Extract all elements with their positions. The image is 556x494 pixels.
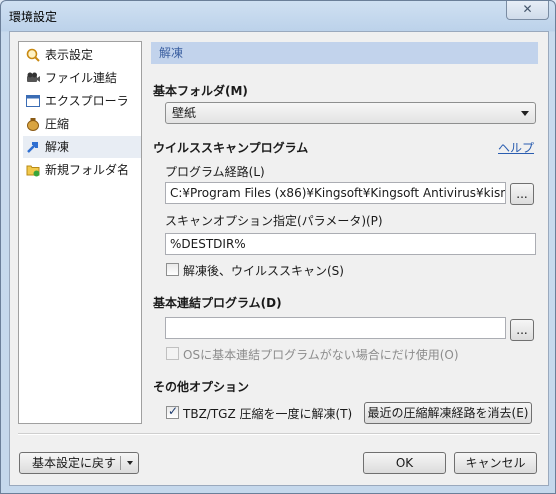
tbz-checkbox[interactable]	[166, 404, 179, 419]
footer-divider	[18, 433, 540, 435]
help-link[interactable]: ヘルプ	[498, 139, 534, 156]
sidebar-item-label: 新規フォルダ名	[45, 163, 130, 177]
scan-options-input[interactable]: %DESTDIR%	[165, 233, 536, 255]
chevron-down-icon	[521, 111, 529, 116]
sidebar-item-label: ファイル連結	[45, 71, 118, 85]
sidebar-item-extract[interactable]: 解凍	[23, 136, 141, 158]
cancel-button[interactable]: キャンセル	[454, 452, 537, 474]
clear-recent-button[interactable]: 最近の圧縮解凍経路を消去(E)	[364, 402, 532, 424]
scan-options-label: スキャンオプション指定(パラメータ)(P)	[165, 214, 383, 228]
virus-scan-label: ウイルススキャンプログラム	[153, 141, 309, 155]
category-list: 表示設定 ファイル連結 エクスプローラ 圧縮 解凍 新規フォルダ名	[18, 41, 142, 424]
base-folder-select[interactable]: 壁紙	[165, 102, 536, 124]
reset-defaults-label: 基本設定に戻す	[32, 456, 117, 470]
assoc-program-browse-button[interactable]: ...	[510, 319, 534, 341]
window-icon	[26, 95, 40, 107]
reset-defaults-button[interactable]: 基本設定に戻す	[19, 452, 139, 474]
panel-header: 解凍	[151, 42, 538, 64]
base-folder-value: 壁紙	[172, 106, 197, 120]
sidebar-item-label: エクスプローラ	[45, 94, 129, 108]
window-title: 環境設定	[9, 10, 58, 24]
assoc-program-label: 基本連結プログラム(D)	[153, 296, 282, 310]
sidebar-item-file-assoc[interactable]: ファイル連結	[23, 67, 141, 89]
sidebar-item-compress[interactable]: 圧縮	[23, 113, 141, 135]
close-button[interactable]: ✕	[506, 1, 549, 20]
base-folder-label: 基本フォルダ(M)	[153, 84, 248, 98]
sidebar-item-label: 圧縮	[45, 117, 70, 131]
other-options-label: その他オプション	[153, 380, 250, 394]
settings-window: 環境設定 ✕ 表示設定 ファイル連結 エクスプローラ 圧縮 解凍 新規フォルダ名…	[0, 0, 556, 494]
split-divider	[120, 456, 121, 470]
bag-icon	[27, 118, 39, 131]
program-path-label: プログラム経路(L)	[165, 165, 265, 179]
sidebar-item-label: 表示設定	[45, 48, 94, 62]
sidebar-item-label: 解凍	[45, 140, 70, 154]
program-path-input[interactable]: C:¥Program Files (x86)¥Kingsoft¥Kingsoft…	[165, 182, 506, 204]
after-scan-checkbox[interactable]	[166, 263, 179, 276]
magnifier-icon	[26, 48, 40, 62]
dialog-body: 表示設定 ファイル連結 エクスプローラ 圧縮 解凍 新規フォルダ名 解凍 基本フ…	[9, 31, 549, 486]
after-scan-label: 解凍後、ウイルススキャン(S)	[183, 264, 344, 278]
ok-button[interactable]: OK	[363, 452, 446, 474]
arrow-icon	[27, 142, 38, 153]
os-only-checkbox[interactable]	[166, 347, 179, 360]
sidebar-item-display[interactable]: 表示設定	[23, 44, 141, 66]
sidebar-item-explorer[interactable]: エクスプローラ	[23, 90, 141, 112]
tbz-label: TBZ/TGZ 圧縮を一度に解凍(T)	[183, 407, 353, 421]
sidebar-item-new-folder[interactable]: 新規フォルダ名	[23, 159, 141, 181]
chevron-down-icon[interactable]	[127, 461, 133, 465]
program-path-browse-button[interactable]: ...	[510, 183, 534, 205]
close-icon: ✕	[522, 2, 533, 16]
title-bar[interactable]: 環境設定 ✕	[1, 1, 555, 31]
assoc-program-input[interactable]	[165, 317, 506, 339]
folder-icon	[26, 165, 40, 177]
projector-icon	[27, 72, 40, 82]
os-only-label: OSに基本連結プログラムがない場合にだけ使用(O)	[183, 348, 459, 362]
